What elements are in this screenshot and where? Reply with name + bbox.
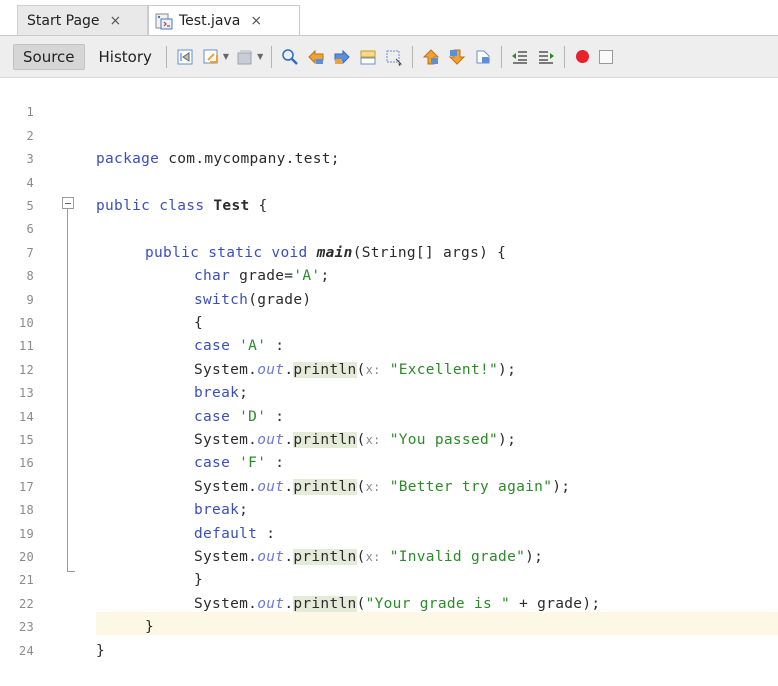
tab-label: Test.java — [179, 12, 241, 29]
toggle-rect-selection-icon[interactable] — [385, 48, 403, 66]
tab-test-java[interactable]: Test.java × — [148, 5, 300, 36]
next-bookmark-icon[interactable] — [448, 48, 466, 66]
code-line: 13 case 'D' : — [0, 359, 778, 424]
code-line: 17 break; — [0, 452, 778, 518]
find-selection-icon[interactable] — [281, 48, 299, 66]
find-previous-icon[interactable] — [307, 48, 325, 66]
code-line: 12 break; — [0, 335, 778, 401]
editor-toolbar: Source History ▼ ▼ — [0, 36, 778, 78]
code-line: 9 { — [0, 265, 778, 331]
back-icon[interactable] — [202, 48, 220, 66]
code-line: 21 System.out.println("Your grade is " +… — [0, 546, 778, 612]
history-button[interactable]: History — [90, 44, 161, 70]
code-line: 3 — [0, 125, 778, 166]
code-editor[interactable]: 1 2 package com.mycompany.test; 3 4 publ… — [0, 78, 778, 659]
toolbar-separator — [501, 45, 503, 68]
toggle-bookmark-icon[interactable] — [474, 48, 492, 66]
java-file-icon — [155, 12, 173, 30]
chevron-down-icon[interactable]: ▼ — [257, 52, 263, 61]
start-macro-icon[interactable] — [576, 50, 590, 63]
code-line: 20 } — [0, 523, 778, 588]
source-button[interactable]: Source — [13, 43, 85, 70]
code-line: 10 case 'A' : — [0, 289, 778, 354]
tab-label: Start Page — [27, 13, 100, 29]
code-line: 2 package com.mycompany.test; — [0, 101, 778, 167]
toggle-highlight-icon[interactable] — [359, 48, 377, 66]
code-line: 19 System.out.println(x: "Invalid grade"… — [0, 499, 778, 565]
code-line: 1 — [0, 78, 778, 119]
code-line: 16 System.out.println(x: "Better try aga… — [0, 429, 778, 495]
code-line: 6 public static void main(String[] args)… — [0, 195, 778, 260]
code-line: 11 System.out.println(x: "Excellent!"); — [0, 312, 778, 378]
code-line: 8 switch(grade) — [0, 242, 778, 307]
shift-left-icon[interactable] — [511, 48, 529, 66]
code-line: 14 System.out.println(x: "You passed"); — [0, 382, 778, 448]
code-line: 15 case 'F' : — [0, 406, 778, 471]
code-line: 4 public class Test { — [0, 148, 778, 214]
tab-start-page[interactable]: Start Page × — [17, 5, 148, 36]
code-text: } — [96, 642, 106, 659]
last-edit-icon[interactable] — [176, 48, 194, 66]
toolbar-separator — [165, 45, 167, 68]
line-number: 24 — [18, 643, 34, 658]
toolbar-separator — [564, 45, 566, 68]
code-line: 22 } — [0, 569, 778, 635]
close-icon[interactable]: × — [250, 13, 262, 29]
chevron-down-icon[interactable]: ▼ — [223, 52, 229, 61]
code-line: 18 default : — [0, 476, 778, 541]
find-next-icon[interactable] — [333, 48, 351, 66]
forward-icon[interactable] — [236, 48, 254, 66]
toolbar-separator — [271, 45, 273, 68]
code-line: 23 } — [0, 593, 778, 658]
previous-bookmark-icon[interactable] — [422, 48, 440, 66]
editor-tab-strip: Start Page × Test.java × — [0, 0, 778, 36]
code-line: 24 — [0, 616, 778, 658]
stop-macro-icon[interactable] — [599, 49, 614, 64]
code-line: 5 — [0, 172, 778, 213]
toolbar-separator — [412, 45, 414, 68]
shift-right-icon[interactable] — [537, 48, 555, 66]
close-icon[interactable]: × — [110, 13, 122, 29]
code-line: 7 char grade='A'; — [0, 218, 778, 284]
